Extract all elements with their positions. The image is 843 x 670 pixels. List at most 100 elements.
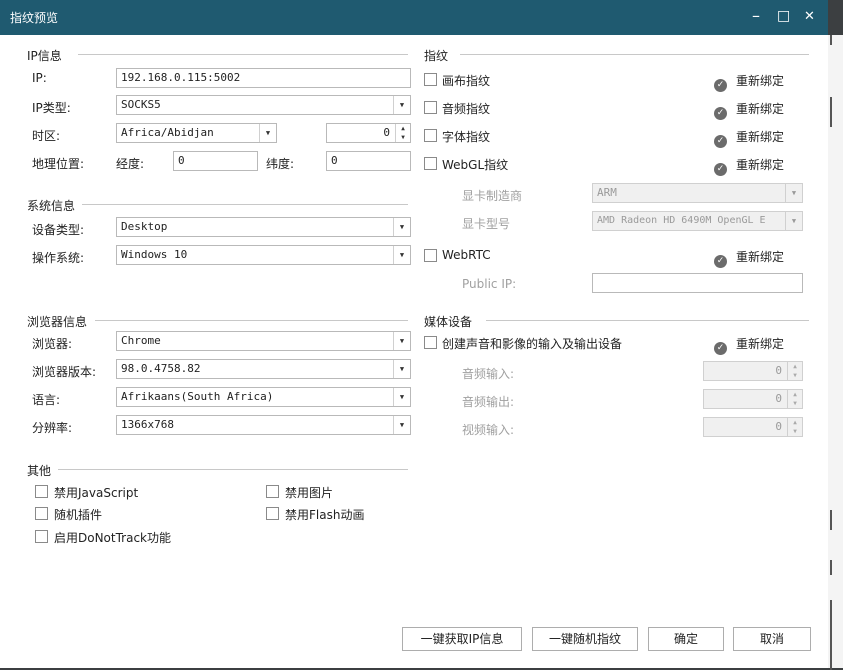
language-select[interactable]: Afrikaans(South Africa) ▼ [116,387,411,407]
arrow-down-icon[interactable]: ▼ [396,133,410,142]
browser-info-heading: 浏览器信息 [27,315,88,329]
gpu-vendor-label: 显卡制造商 [462,189,523,203]
close-button[interactable]: ✕ [804,9,815,24]
random-plugins-label: 随机插件 [54,508,103,522]
longitude-input[interactable]: 0 [173,151,258,171]
webgl-rebind-button[interactable]: ✓ 重新绑定 [714,156,784,176]
ip-label: IP: [32,71,47,85]
longitude-label: 经度: [116,157,145,171]
disable-js-label: 禁用JavaScript [54,486,139,500]
disable-js-checkbox[interactable] [35,485,48,498]
latitude-input[interactable]: 0 [326,151,411,171]
arrow-up-icon[interactable]: ▲ [788,390,802,399]
enable-dnt-checkbox[interactable] [35,530,48,543]
audio-output-stepper[interactable]: 0 ▲ ▼ [703,389,803,409]
title-bar: 指纹预览 – □ ✕ [0,0,828,35]
device-type-select[interactable]: Desktop ▼ [116,217,411,237]
ip-info-heading: IP信息 [27,49,62,63]
system-info-heading: 系统信息 [27,199,76,213]
chevron-down-icon: ▼ [785,184,802,202]
font-fp-label: 字体指纹 [442,130,491,144]
chevron-down-icon: ▼ [393,246,410,264]
check-circle-icon: ✓ [714,79,727,92]
get-ip-button[interactable]: 一键获取IP信息 [402,627,522,651]
check-circle-icon: ✓ [714,135,727,148]
minimize-button[interactable]: – [752,6,760,25]
check-circle-icon: ✓ [714,342,727,355]
browser-label: 浏览器: [32,337,73,351]
arrow-up-icon[interactable]: ▲ [788,362,802,371]
chevron-down-icon: ▼ [259,124,276,142]
maximize-button[interactable]: □ [777,8,790,24]
check-circle-icon: ✓ [714,255,727,268]
canvas-fp-label: 画布指纹 [442,74,491,88]
gpu-model-select[interactable]: AMD Radeon HD 6490M OpenGL E ▼ [592,211,803,231]
webrtc-label: WebRTC [442,248,491,262]
public-ip-input[interactable] [592,273,803,293]
ip-input[interactable]: 192.168.0.115:5002 [116,68,411,88]
font-rebind-button[interactable]: ✓ 重新绑定 [714,128,784,148]
audio-input-label: 音频输入: [462,367,515,381]
browser-select[interactable]: Chrome ▼ [116,331,411,351]
arrow-down-icon[interactable]: ▼ [788,371,802,380]
ip-type-label: IP类型: [32,101,71,115]
random-fingerprint-button[interactable]: 一键随机指纹 [532,627,638,651]
resolution-select[interactable]: 1366x768 ▼ [116,415,411,435]
video-input-stepper[interactable]: 0 ▲ ▼ [703,417,803,437]
video-input-label: 视频输入: [462,423,515,437]
other-heading: 其他 [27,464,52,478]
webgl-fp-checkbox[interactable] [424,157,437,170]
timezone-select[interactable]: Africa/Abidjan ▼ [116,123,277,143]
gpu-vendor-select[interactable]: ARM ▼ [592,183,803,203]
audio-fp-label: 音频指纹 [442,102,491,116]
os-select[interactable]: Windows 10 ▼ [116,245,411,265]
device-type-label: 设备类型: [32,223,85,237]
arrow-down-icon[interactable]: ▼ [788,399,802,408]
media-rebind-button[interactable]: ✓ 重新绑定 [714,335,784,355]
chevron-down-icon: ▼ [393,218,410,236]
chevron-down-icon: ▼ [393,416,410,434]
browser-version-label: 浏览器版本: [32,365,97,379]
webrtc-rebind-button[interactable]: ✓ 重新绑定 [714,248,784,268]
window-title: 指纹预览 [10,11,59,25]
audio-input-stepper[interactable]: 0 ▲ ▼ [703,361,803,381]
browser-version-select[interactable]: 98.0.4758.82 ▼ [116,359,411,379]
arrow-up-icon[interactable]: ▲ [788,418,802,427]
latitude-label: 纬度: [266,157,295,171]
chevron-down-icon: ▼ [393,332,410,350]
gpu-model-label: 显卡型号 [462,217,511,231]
disable-flash-checkbox[interactable] [266,507,279,520]
timezone-offset-stepper[interactable]: 0 ▲ ▼ [326,123,411,143]
ok-button[interactable]: 确定 [648,627,724,651]
check-circle-icon: ✓ [714,163,727,176]
disable-flash-label: 禁用Flash动画 [285,508,365,522]
cancel-button[interactable]: 取消 [733,627,811,651]
os-label: 操作系统: [32,251,85,265]
check-circle-icon: ✓ [714,107,727,120]
arrow-down-icon[interactable]: ▼ [788,427,802,436]
public-ip-label: Public IP: [462,277,517,291]
webgl-fp-label: WebGL指纹 [442,158,509,172]
create-devices-checkbox[interactable] [424,336,437,349]
chevron-down-icon: ▼ [785,212,802,230]
font-fp-checkbox[interactable] [424,129,437,142]
canvas-fp-checkbox[interactable] [424,73,437,86]
audio-fp-checkbox[interactable] [424,101,437,114]
ip-type-select[interactable]: SOCKS5 ▼ [116,95,411,115]
audio-rebind-button[interactable]: ✓ 重新绑定 [714,100,784,120]
fingerprint-heading: 指纹 [424,49,449,63]
chevron-down-icon: ▼ [393,388,410,406]
dialog-body: IP信息 IP: 192.168.0.115:5002 IP类型: SOCKS5… [0,35,828,668]
random-plugins-checkbox[interactable] [35,507,48,520]
create-devices-label: 创建声音和影像的输入及输出设备 [442,337,623,351]
disable-images-label: 禁用图片 [285,486,334,500]
timezone-label: 时区: [32,129,61,143]
background-strip [828,35,843,670]
enable-dnt-label: 启用DoNotTrack功能 [54,531,172,545]
disable-images-checkbox[interactable] [266,485,279,498]
language-label: 语言: [32,393,61,407]
arrow-up-icon[interactable]: ▲ [396,124,410,133]
canvas-rebind-button[interactable]: ✓ 重新绑定 [714,72,784,92]
location-label: 地理位置: [32,157,85,171]
webrtc-checkbox[interactable] [424,249,437,262]
